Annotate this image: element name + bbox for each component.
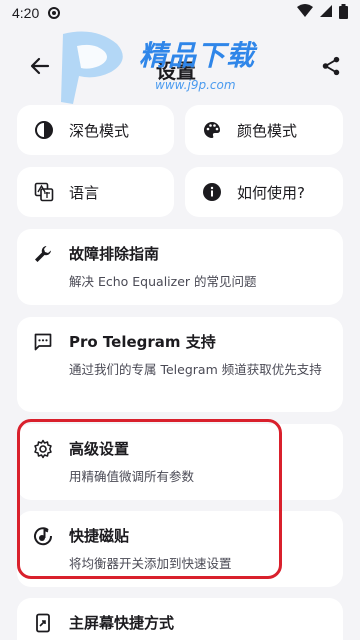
status-time: 4:20 — [12, 5, 40, 21]
info-icon — [201, 181, 223, 203]
tile-color-mode[interactable]: 颜色模式 — [185, 105, 343, 155]
highlight-box — [17, 419, 282, 579]
tile-label: 颜色模式 — [237, 121, 298, 140]
row-subtitle: 通过我们的专属 Telegram 频道获取优先支持 — [69, 362, 322, 377]
wrench-icon — [33, 244, 53, 264]
palette-icon — [201, 119, 223, 141]
contrast-icon — [33, 119, 55, 141]
app-bar: 设置 — [0, 40, 360, 96]
signal-icon — [319, 4, 333, 22]
back-icon[interactable] — [28, 54, 52, 82]
tile-language[interactable]: 语言 — [17, 167, 174, 217]
translate-icon — [33, 181, 55, 203]
tile-how-to-use[interactable]: 如何使用? — [185, 167, 343, 217]
battery-icon — [339, 3, 348, 23]
row-troubleshooting[interactable]: 故障排除指南 解决 Echo Equalizer 的常见问题 — [17, 229, 343, 305]
tile-label: 语言 — [69, 183, 100, 202]
row-pro-telegram[interactable]: Pro Telegram 支持 通过我们的专属 Telegram 频道获取优先支… — [17, 317, 343, 412]
page-title: 设置 — [156, 59, 196, 83]
chat-dots-icon — [33, 332, 53, 352]
share-icon[interactable] — [320, 55, 342, 81]
row-title: Pro Telegram 支持 — [69, 333, 216, 351]
row-title: 故障排除指南 — [69, 245, 160, 263]
shortcut-icon — [33, 613, 53, 633]
tile-label: 深色模式 — [69, 121, 130, 140]
status-bar: 4:20 — [0, 0, 360, 26]
wifi-icon — [297, 4, 313, 22]
tile-dark-mode[interactable]: 深色模式 — [17, 105, 174, 155]
row-subtitle: 解决 Echo Equalizer 的常见问题 — [69, 274, 257, 289]
tile-label: 如何使用? — [237, 183, 305, 202]
row-title: 主屏幕快捷方式 — [69, 614, 175, 632]
sync-icon — [47, 6, 61, 20]
row-home-shortcut[interactable]: 主屏幕快捷方式 — [17, 598, 343, 640]
